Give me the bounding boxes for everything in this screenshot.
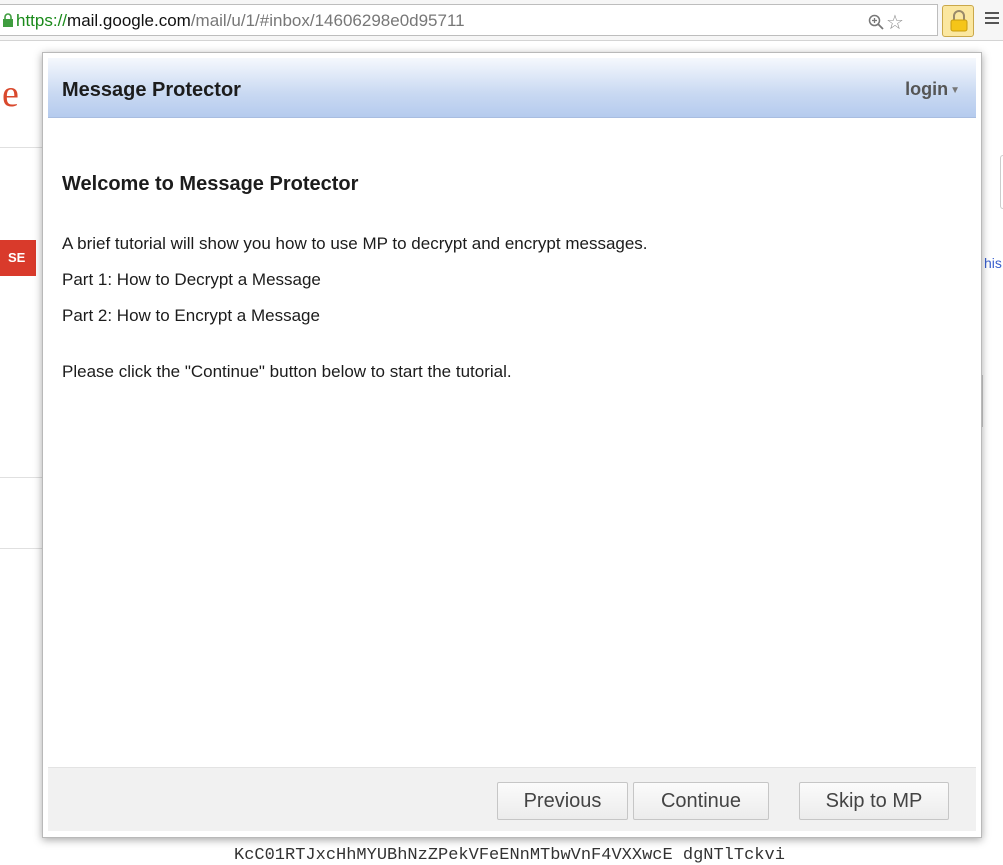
login-dropdown[interactable]: login ▼ (905, 79, 960, 100)
address-bar[interactable]: https://mail.google.com/mail/u/1/#inbox/… (0, 4, 938, 36)
skip-to-mp-button[interactable]: Skip to MP (799, 782, 949, 820)
gmail-logo-fragment: e (2, 73, 19, 115)
padlock-icon (950, 10, 968, 32)
compose-button-fragment[interactable]: SE (0, 240, 36, 276)
background-text-fragment: his (984, 255, 1002, 271)
intro-text: A brief tutorial will show you how to us… (62, 234, 648, 253)
popup-footer: Previous Continue Skip to MP (48, 767, 976, 831)
encrypted-message-fragment: KcC01RTJxcHhMYUBhNzZPekVFeENnMTbwVnF4VXX… (234, 846, 785, 865)
bookmark-star-icon[interactable]: ☆ (886, 10, 904, 35)
tutorial-part-1: Part 1: How to Decrypt a Message (62, 270, 321, 289)
message-protector-extension-button[interactable] (942, 5, 974, 37)
continue-button[interactable]: Continue (633, 782, 769, 820)
tutorial-part-2: Part 2: How to Encrypt a Message (62, 306, 320, 325)
popup-body: Welcome to Message Protector A brief tut… (62, 173, 952, 382)
zoom-icon[interactable] (868, 14, 884, 30)
browser-menu-icon[interactable] (985, 12, 999, 27)
previous-button[interactable]: Previous (497, 782, 628, 820)
login-label: login (905, 79, 949, 99)
popup-title: Message Protector (62, 79, 241, 101)
caret-down-icon: ▼ (950, 84, 960, 96)
divider (0, 147, 42, 148)
divider (0, 477, 42, 478)
secure-lock-icon (2, 13, 14, 27)
popup-header: Message Protector login ▼ (48, 58, 976, 118)
url-text: https://mail.google.com/mail/u/1/#inbox/… (16, 11, 465, 30)
divider (0, 548, 42, 549)
message-protector-popup: Message Protector login ▼ Welcome to Mess… (42, 52, 982, 838)
instruction-text: Please click the "Continue" button below… (62, 362, 512, 381)
browser-toolbar: https://mail.google.com/mail/u/1/#inbox/… (0, 0, 1003, 41)
welcome-heading: Welcome to Message Protector (62, 173, 359, 195)
